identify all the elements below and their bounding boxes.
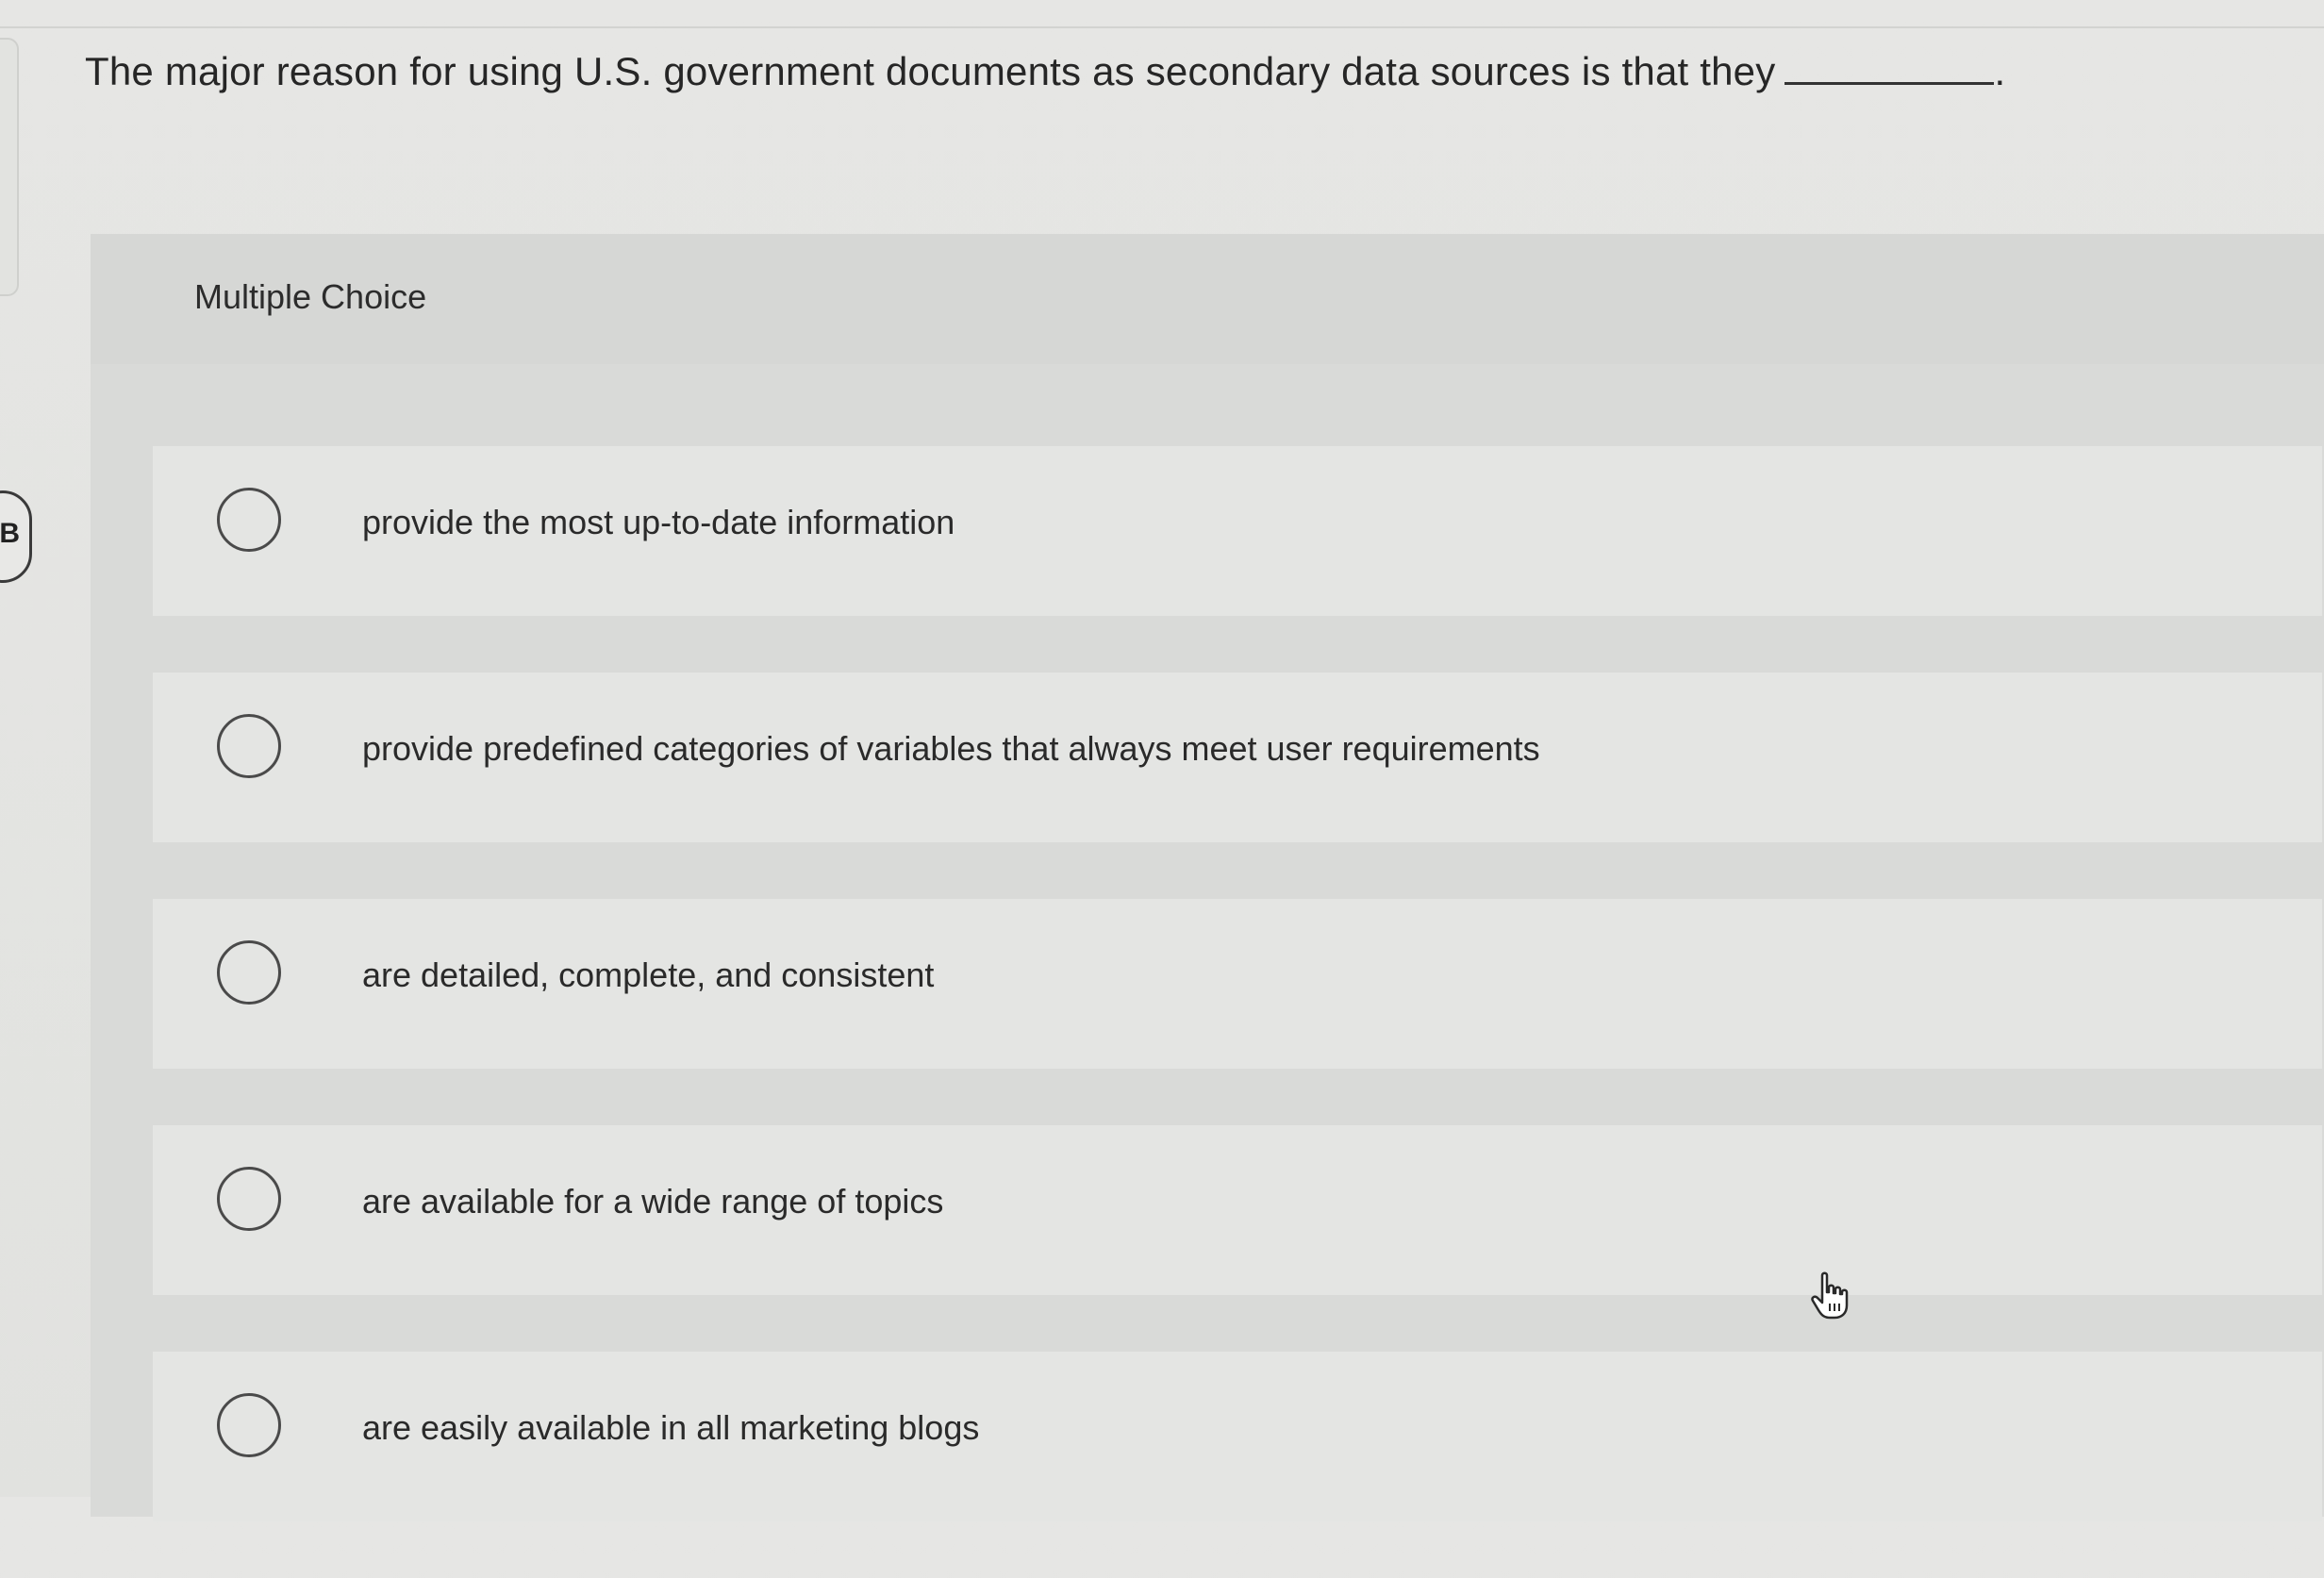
answer-option-4[interactable]: are available for a wide range of topics	[153, 1125, 2322, 1295]
question-end: .	[1994, 49, 2006, 93]
question-text: The major reason for using U.S. governme…	[85, 49, 1776, 93]
radio-unselected-icon[interactable]	[217, 1167, 281, 1231]
radio-unselected-icon[interactable]	[217, 940, 281, 1005]
side-badge[interactable]: B	[0, 490, 32, 583]
answer-option-2[interactable]: provide predefined categories of variabl…	[153, 673, 2322, 842]
question-type-label: Multiple Choice	[194, 277, 427, 316]
answer-option-1[interactable]: provide the most up-to-date information	[153, 446, 2322, 616]
radio-unselected-icon[interactable]	[217, 1393, 281, 1457]
answer-option-label[interactable]: are available for a wide range of topics	[362, 1182, 943, 1221]
answer-option-label[interactable]: provide the most up-to-date information	[362, 503, 954, 542]
radio-unselected-icon[interactable]	[217, 488, 281, 552]
side-panel-tab[interactable]	[0, 38, 19, 296]
side-badge-label: B	[0, 518, 20, 549]
answer-options: provide the most up-to-date information …	[153, 446, 2322, 1578]
answer-option-3[interactable]: are detailed, complete, and consistent	[153, 899, 2322, 1069]
card-header: Multiple Choice	[91, 234, 2324, 364]
answer-option-label[interactable]: are detailed, complete, and consistent	[362, 955, 934, 995]
multiple-choice-card: Multiple Choice provide the most up-to-d…	[91, 234, 2324, 1521]
hand-pointer-icon	[1811, 1271, 1849, 1320]
radio-unselected-icon[interactable]	[217, 714, 281, 778]
top-divider	[0, 26, 2324, 28]
answer-option-5[interactable]: are easily available in all marketing bl…	[153, 1352, 2322, 1521]
question-prompt: The major reason for using U.S. governme…	[85, 49, 2005, 94]
answer-option-label[interactable]: are easily available in all marketing bl…	[362, 1408, 979, 1448]
question-blank	[1784, 82, 1995, 85]
answer-option-label[interactable]: provide predefined categories of variabl…	[362, 729, 1540, 769]
